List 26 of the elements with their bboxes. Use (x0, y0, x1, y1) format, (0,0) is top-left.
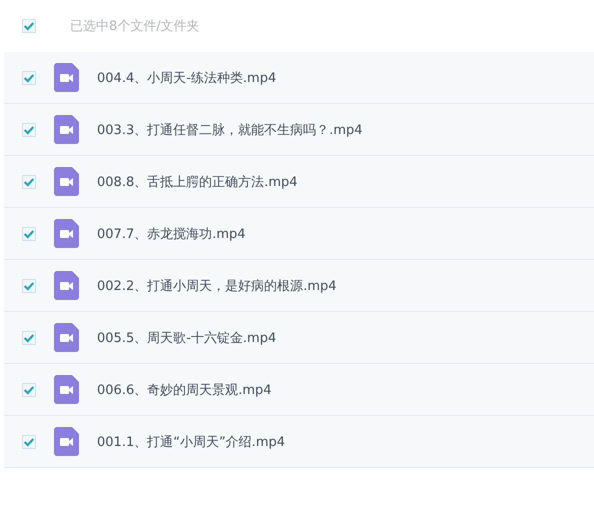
checkbox[interactable] (22, 382, 36, 396)
checkbox[interactable] (22, 330, 36, 344)
file-name[interactable]: 003.3、打通任督二脉，就能不生病吗？.mp4 (97, 120, 363, 138)
checkbox[interactable] (22, 226, 36, 240)
file-name[interactable]: 001.1、打通“小周天”介绍.mp4 (97, 432, 286, 450)
video-file-icon (54, 427, 79, 456)
video-file-icon (54, 219, 79, 248)
video-file-icon (54, 167, 79, 196)
selection-count: 已选中8个文件/文件夹 (70, 18, 200, 35)
video-file-icon (54, 63, 79, 92)
file-name[interactable]: 005.5、周天歌-十六锭金.mp4 (97, 328, 276, 346)
file-name[interactable]: 002.2、打通小周天，是好病的根源.mp4 (97, 276, 337, 294)
file-name[interactable]: 008.8、舌抵上腭的正确方法.mp4 (97, 172, 298, 190)
video-file-icon (54, 323, 79, 352)
file-name[interactable]: 006.6、奇妙的周天景观.mp4 (97, 380, 272, 398)
checkbox[interactable] (22, 174, 36, 188)
checkbox[interactable] (22, 434, 36, 448)
file-name[interactable]: 007.7、赤龙搅海功.mp4 (97, 224, 246, 242)
checkbox[interactable] (22, 70, 36, 84)
checkbox[interactable] (22, 19, 36, 33)
video-file-icon (54, 115, 79, 144)
checkbox[interactable] (22, 278, 36, 292)
video-file-icon (54, 375, 79, 404)
checkbox[interactable] (22, 122, 36, 136)
file-name[interactable]: 004.4、小周天-练法种类.mp4 (97, 68, 276, 86)
video-file-icon (54, 271, 79, 300)
